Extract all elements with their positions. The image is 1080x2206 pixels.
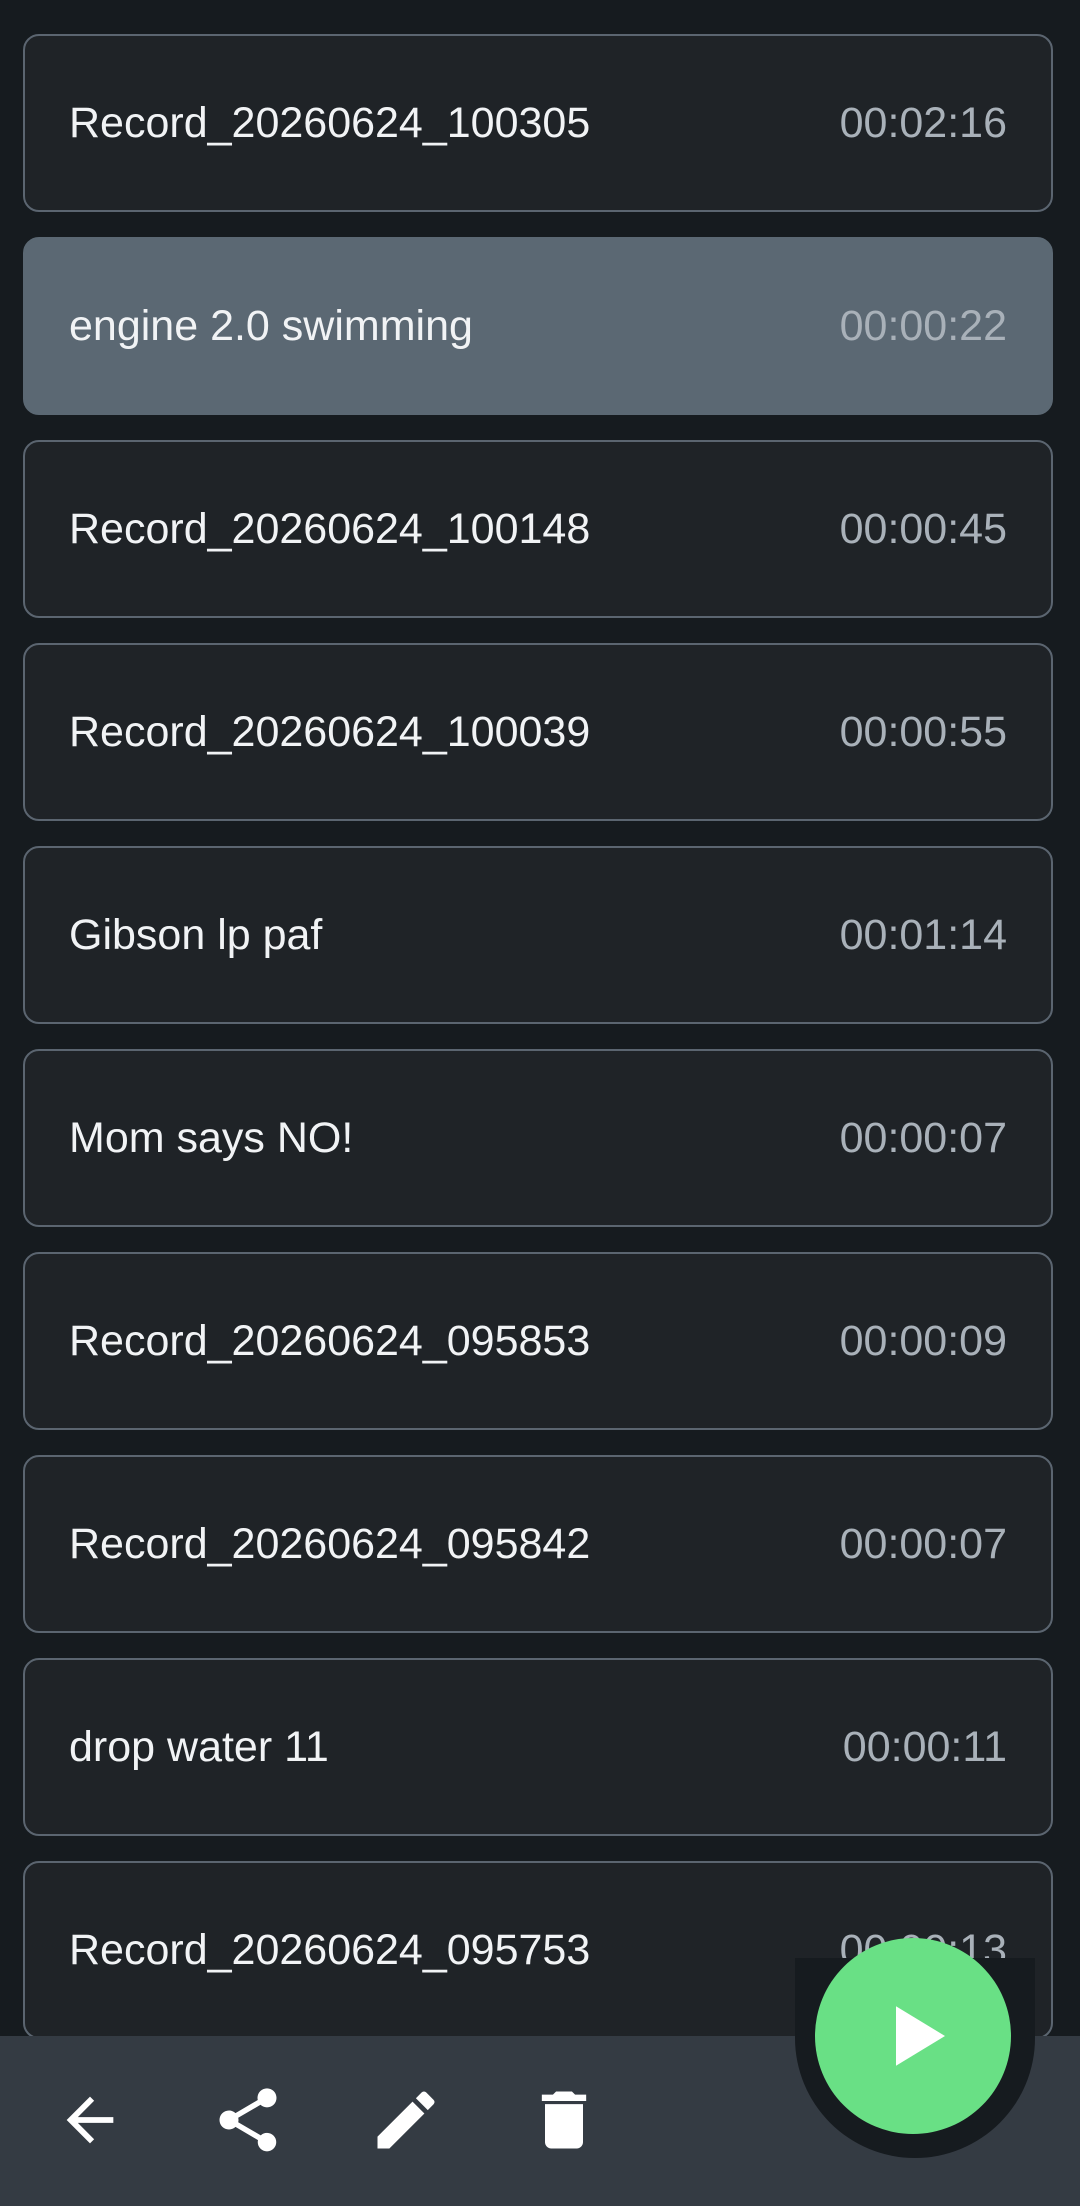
recording-duration: 00:00:45 [839,504,1007,553]
recording-row[interactable]: Mom says NO! 00:00:07 [23,1049,1053,1227]
share-button[interactable] [193,2065,303,2175]
recording-row[interactable]: Gibson lp paf 00:01:14 [23,846,1053,1024]
recording-row[interactable]: Record_20260624_095842 00:00:07 [23,1455,1053,1633]
recordings-screen: Record_20260624_100305 00:02:16 engine 2… [0,0,1080,2206]
recording-row[interactable]: Record_20260624_100039 00:00:55 [23,643,1053,821]
back-arrow-icon [66,2096,114,2144]
recording-duration: 00:00:09 [839,1316,1007,1365]
recording-name: Record_20260624_100148 [69,504,591,553]
recording-row[interactable]: drop water 11 00:00:11 [23,1658,1053,1836]
recording-duration: 00:00:11 [842,1722,1007,1771]
recording-name: Record_20260624_095842 [69,1519,591,1568]
recording-duration: 00:00:07 [839,1519,1007,1568]
recording-name: Record_20260624_095753 [69,1925,591,1974]
recording-row[interactable]: Record_20260624_095853 00:00:09 [23,1252,1053,1430]
rename-button[interactable] [351,2065,461,2175]
recording-name: engine 2.0 swimming [69,301,473,350]
trash-icon [541,2091,587,2149]
recording-duration: 00:00:22 [839,301,1007,350]
recordings-list[interactable]: Record_20260624_100305 00:02:16 engine 2… [0,0,1080,2036]
play-button[interactable] [815,1938,1011,2134]
recording-duration: 00:01:14 [839,910,1007,959]
delete-button[interactable] [509,2065,619,2175]
recording-row-selected[interactable]: engine 2.0 swimming 00:00:22 [23,237,1053,415]
recording-name: Record_20260624_100305 [69,98,591,147]
recording-row[interactable]: Record_20260624_100148 00:00:45 [23,440,1053,618]
share-icon [219,2088,277,2152]
pencil-icon [377,2091,435,2149]
recording-name: drop water 11 [69,1722,329,1771]
recording-name: Record_20260624_100039 [69,707,591,756]
recording-name: Mom says NO! [69,1113,354,1162]
recording-name: Record_20260624_095853 [69,1316,591,1365]
back-button[interactable] [35,2065,145,2175]
recording-name: Gibson lp paf [69,910,323,959]
recording-duration: 00:00:07 [839,1113,1007,1162]
recording-duration: 00:02:16 [839,98,1007,147]
play-icon [896,2006,945,2066]
recording-duration: 00:00:55 [839,707,1007,756]
recording-row[interactable]: Record_20260624_100305 00:02:16 [23,34,1053,212]
